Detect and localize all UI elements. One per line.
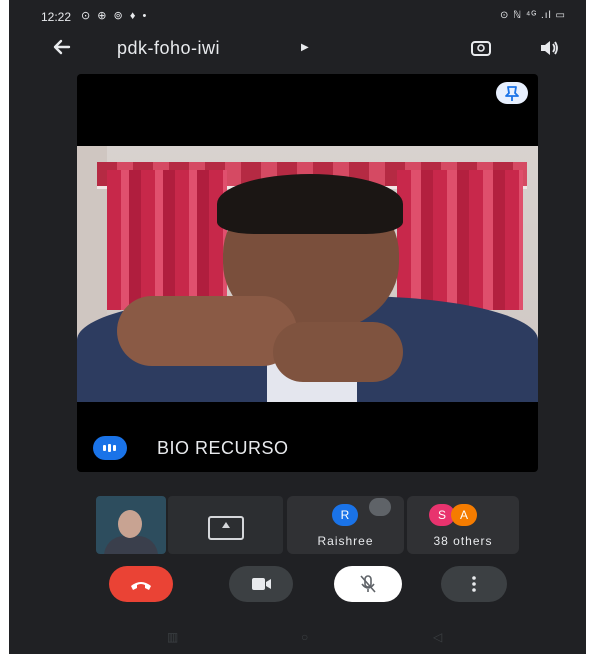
status-time: 12:22 [41, 10, 72, 24]
home-nav-icon[interactable]: ○ [301, 630, 308, 644]
more-options-button[interactable] [441, 566, 507, 602]
self-video-face [118, 510, 142, 538]
camera-switch-icon[interactable] [469, 36, 493, 60]
call-header: pdk-foho-iwi ▶ [9, 30, 586, 66]
avatar: R [332, 504, 358, 526]
video-person-hair [217, 174, 403, 234]
participant-tile-raishree[interactable]: R Raishree [287, 496, 404, 554]
camera-icon [252, 578, 271, 590]
participant-name: Raishree [317, 534, 374, 548]
end-call-icon [131, 582, 151, 590]
mic-toggle-button[interactable] [334, 566, 402, 602]
status-bar: 12:22 ⊙ ⊕ ⊚ ♦ • ⊙ ℕ ⁴ᴳ .ıl ▭ [9, 0, 586, 30]
audio-level-icon [93, 436, 127, 460]
end-call-button[interactable] [109, 566, 173, 602]
back-arrow-icon[interactable] [49, 34, 75, 60]
meet-call-screen: 12:22 ⊙ ⊕ ⊚ ♦ • ⊙ ℕ ⁴ᴳ .ıl ▭ pdk-foho-iw… [9, 0, 586, 654]
speaker-icon[interactable] [537, 36, 561, 60]
speaker-video [77, 146, 538, 402]
participant-strip: R Raishree S A 38 others [9, 492, 586, 556]
video-person-hand [273, 322, 403, 382]
status-system-icons: ⊙ ℕ ⁴ᴳ .ıl ▭ [500, 10, 566, 21]
self-video-thumbnail[interactable] [96, 496, 166, 554]
avatar: A [451, 504, 477, 526]
call-controls [9, 566, 586, 606]
others-count: 38 others [433, 534, 493, 548]
video-person-hand [117, 296, 297, 366]
present-screen-icon [208, 516, 244, 540]
self-video-shoulders [104, 536, 158, 554]
speaker-name: BIO RECURSO [157, 438, 289, 458]
participants-others-tile[interactable]: S A 38 others [407, 496, 519, 554]
video-curtain-left [107, 170, 227, 310]
meeting-code[interactable]: pdk-foho-iwi [117, 38, 220, 59]
main-speaker-tile[interactable]: BIO RECURSO [77, 74, 538, 472]
screen-share-thumbnail[interactable] [168, 496, 283, 554]
pin-icon[interactable] [496, 82, 528, 104]
camera-toggle-button[interactable] [229, 566, 293, 602]
more-options-icon [472, 576, 476, 592]
system-nav-bar: ▥ ○ ◁ [9, 626, 586, 654]
status-notification-icons: ⊙ ⊕ ⊚ ♦ • [81, 10, 149, 22]
recents-nav-icon[interactable]: ▥ [167, 630, 178, 644]
caret-right-icon[interactable]: ▶ [301, 42, 309, 53]
back-nav-icon[interactable]: ◁ [433, 630, 442, 644]
mic-off-icon [369, 498, 391, 516]
mic-off-icon [360, 575, 376, 593]
video-curtain-right [397, 170, 523, 310]
